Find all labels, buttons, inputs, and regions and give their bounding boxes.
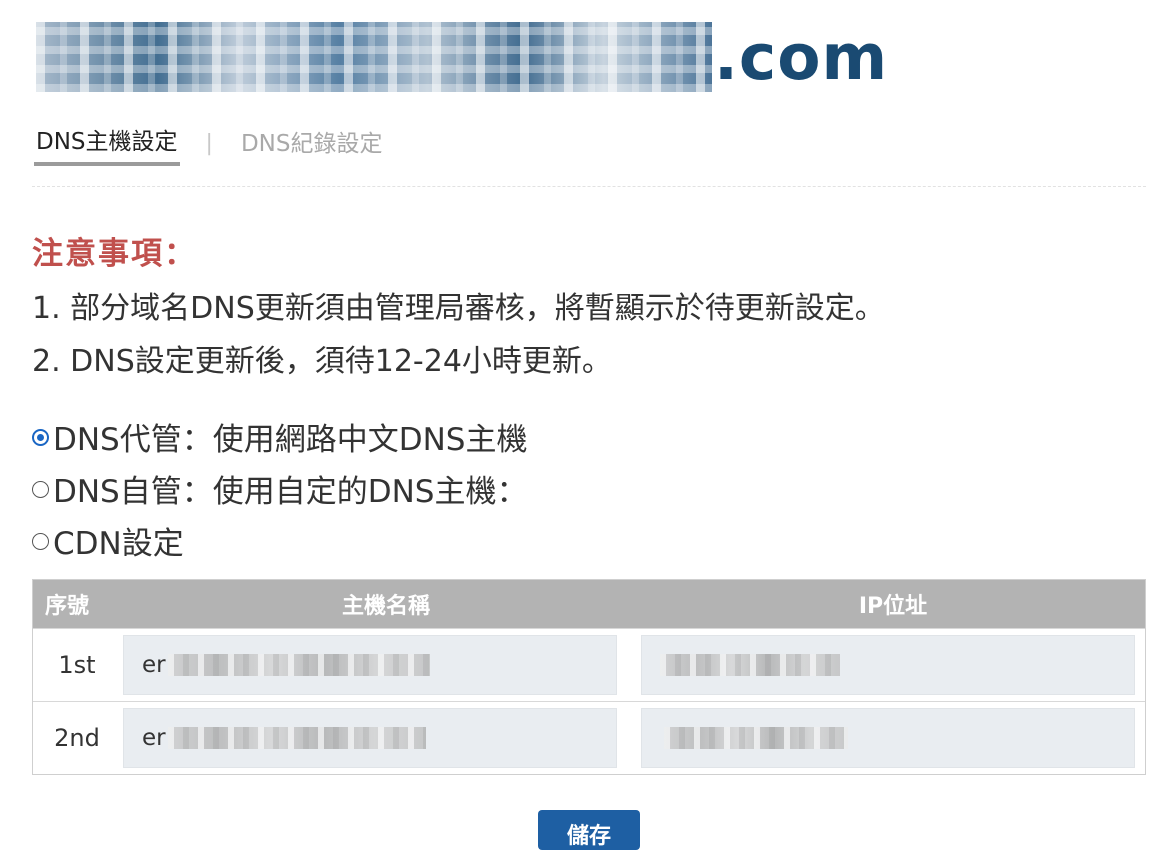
tab-dns-host-settings[interactable]: DNS主機設定	[34, 120, 180, 166]
notice-line-2: 2. DNS設定更新後，須待12-24小時更新。	[32, 344, 612, 379]
save-button[interactable]: 儲存	[538, 810, 640, 850]
redacted-ip-address	[660, 654, 840, 676]
redacted-host-name	[167, 727, 426, 749]
redacted-ip-address	[664, 727, 848, 749]
redacted-domain-name	[36, 22, 712, 92]
host-name-input-1[interactable]: er	[123, 635, 617, 695]
dns-host-table: 序號 主機名稱 IP位址 1st er 2nd er	[32, 579, 1146, 775]
host-name-input-2[interactable]: er	[123, 708, 617, 768]
host-name-prefix: er	[142, 652, 166, 678]
header-seq: 序號	[45, 594, 90, 619]
option-dns-hosted-label: DNS代管：使用網路中文DNS主機	[53, 422, 528, 458]
redacted-host-name	[167, 654, 430, 676]
notice-title: 注意事項：	[32, 236, 197, 272]
table-row: 2nd er	[33, 701, 1145, 774]
table-row: 1st er	[33, 628, 1145, 701]
row-seq: 2nd	[54, 724, 100, 752]
ip-address-input-2[interactable]	[641, 708, 1135, 768]
table-header: 序號 主機名稱 IP位址	[33, 580, 1145, 628]
option-cdn-settings[interactable]: CDN設定	[32, 518, 184, 563]
ip-address-input-1[interactable]	[641, 635, 1135, 695]
tab-separator: |	[205, 130, 213, 156]
radio-cdn-settings[interactable]	[32, 533, 49, 550]
radio-dns-self-managed[interactable]	[32, 481, 49, 498]
tab-dns-record-settings[interactable]: DNS紀錄設定	[239, 122, 385, 164]
notice-line-1: 1. 部分域名DNS更新須由管理局審核，將暫顯示於待更新設定。	[32, 291, 885, 326]
header-ip-address: IP位址	[858, 594, 928, 619]
radio-dns-hosted[interactable]	[32, 429, 49, 446]
header-host-name: 主機名稱	[341, 594, 430, 619]
option-dns-self-managed[interactable]: DNS自管：使用自定的DNS主機：	[32, 466, 527, 511]
settings-tabs: DNS主機設定 | DNS紀錄設定	[34, 120, 384, 166]
domain-title: .com	[36, 14, 888, 100]
option-dns-hosted[interactable]: DNS代管：使用網路中文DNS主機	[32, 414, 527, 459]
domain-tld: .com	[714, 20, 889, 94]
option-dns-self-managed-label: DNS自管：使用自定的DNS主機：	[53, 474, 528, 510]
host-name-prefix: er	[142, 725, 166, 751]
section-divider	[32, 186, 1146, 187]
option-cdn-settings-label: CDN設定	[53, 526, 184, 562]
row-seq: 1st	[58, 651, 96, 679]
